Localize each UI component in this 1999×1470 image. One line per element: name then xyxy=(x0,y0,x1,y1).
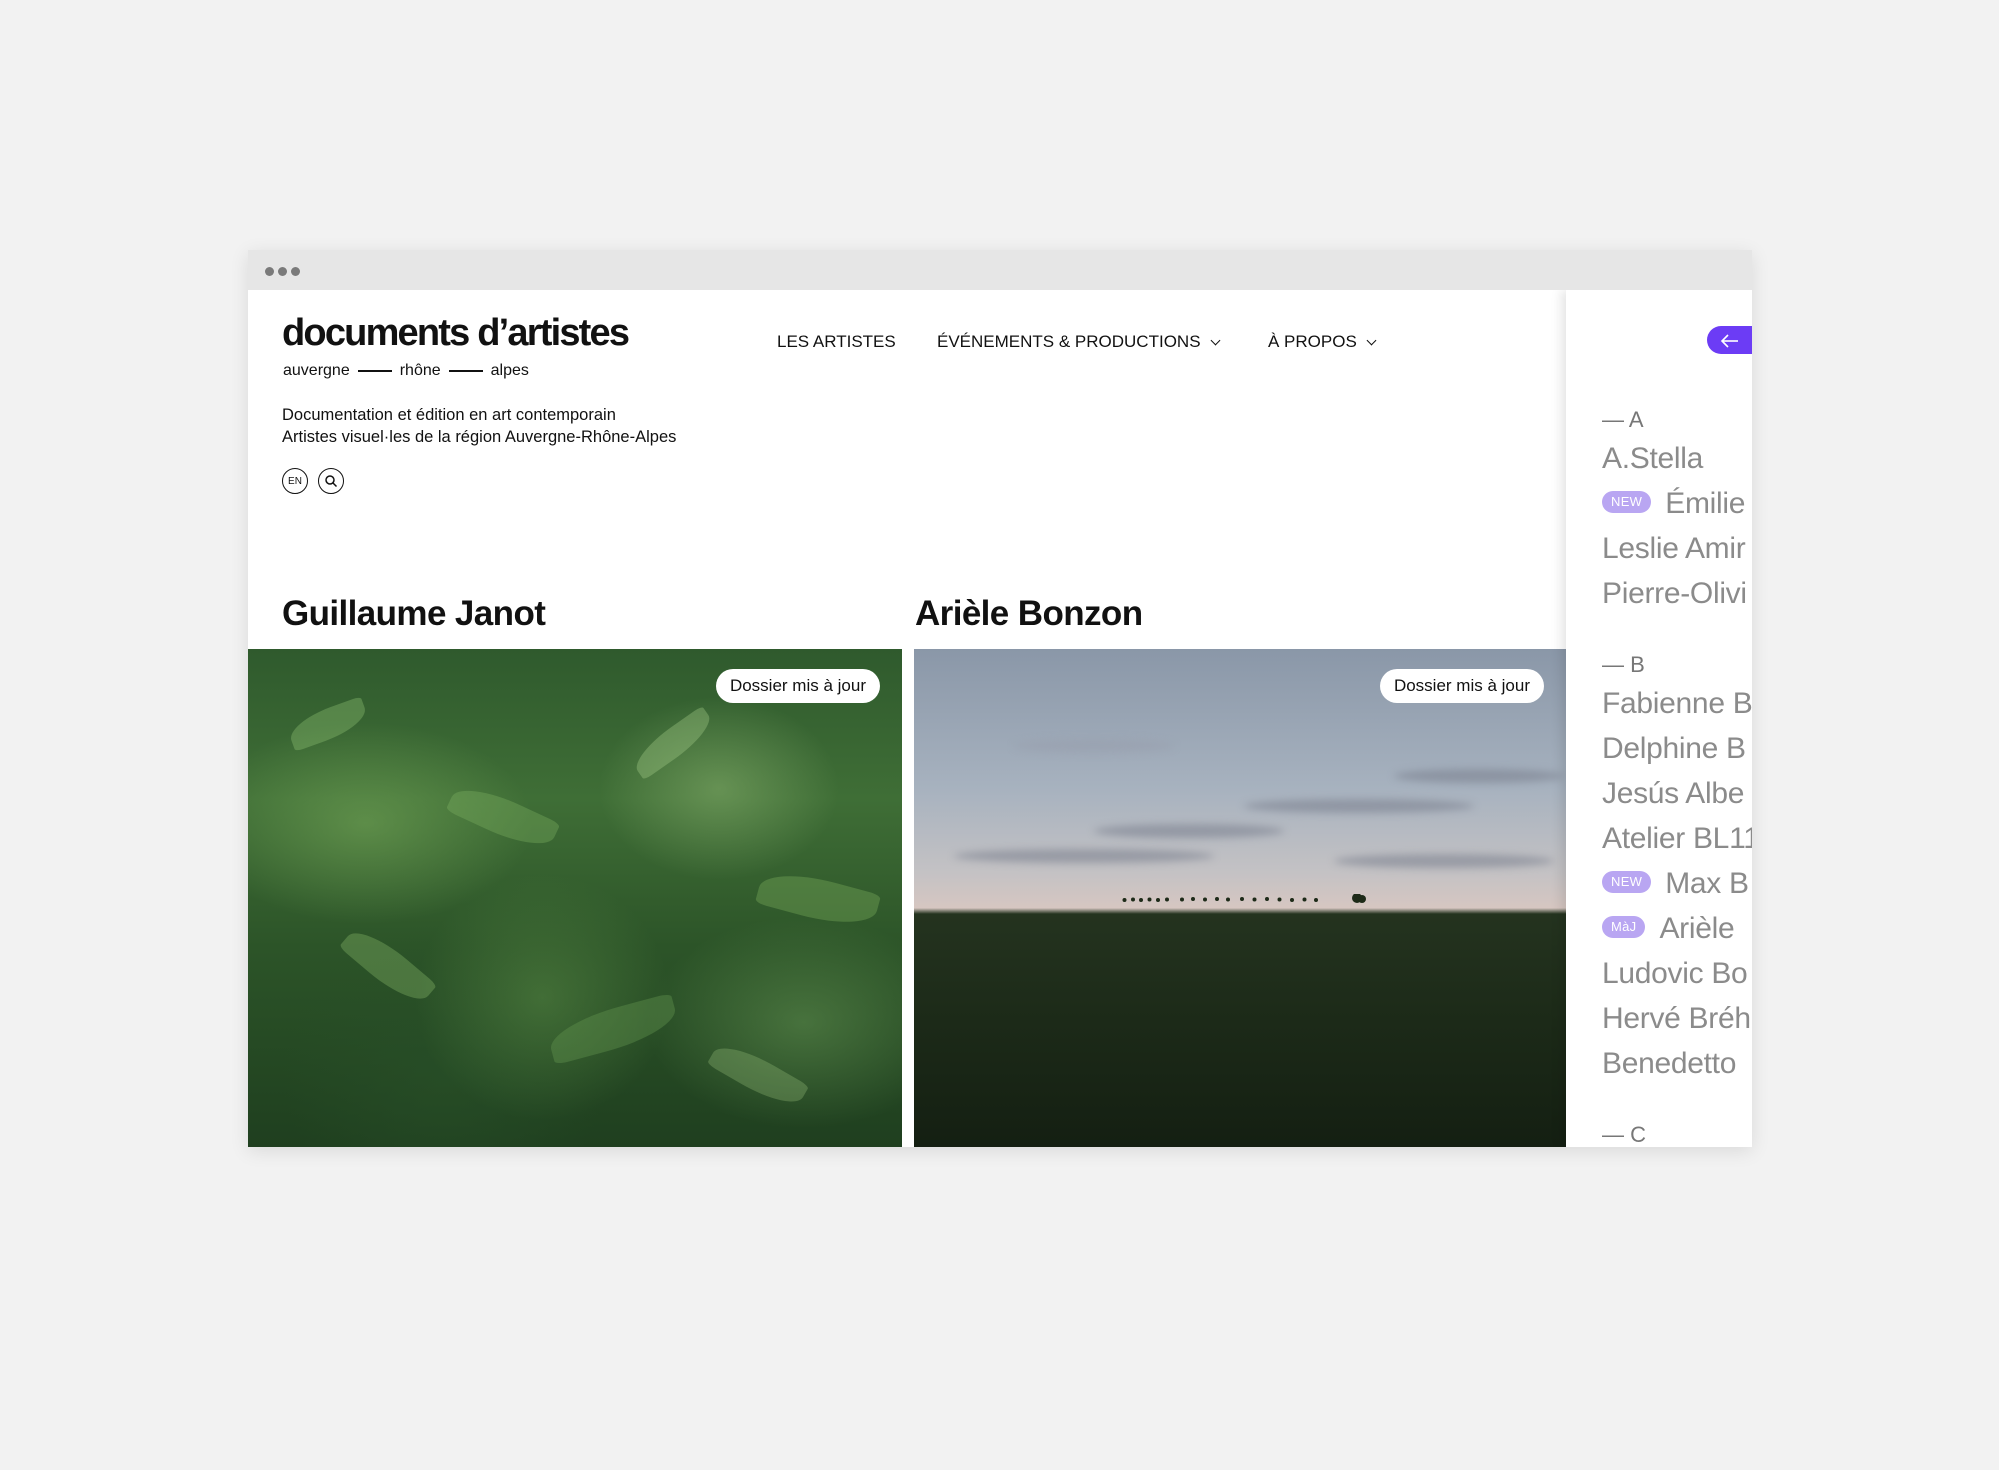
nav-a-propos[interactable]: À PROPOS xyxy=(1268,332,1377,352)
logo-sub-auvergne: auvergne xyxy=(283,362,350,379)
index-letter-c: — C xyxy=(1602,1122,1646,1147)
leaf-shape xyxy=(285,696,371,752)
index-letter-b: — B xyxy=(1602,652,1645,677)
tagline-line: Artistes visuel·les de la région Auvergn… xyxy=(282,428,677,446)
sidebar-artist-item[interactable]: Benedetto xyxy=(1602,1047,1736,1081)
artist-name: Pierre-Olivi xyxy=(1602,577,1747,610)
artist-title[interactable]: Arièle Bonzon xyxy=(915,594,1143,634)
artist-name: Delphine B xyxy=(1602,732,1746,765)
artist-name: Fabienne B xyxy=(1602,687,1752,720)
page-viewport: documents d’artistes auvergne rhône alpe… xyxy=(248,290,1752,1147)
window-dot-icon[interactable] xyxy=(291,267,300,276)
cloud-shape xyxy=(1094,824,1284,838)
leaf-shape xyxy=(754,864,882,934)
logo-sub-alpes: alpes xyxy=(490,362,529,379)
new-badge: NEW xyxy=(1602,871,1652,894)
language-button[interactable]: EN xyxy=(282,468,308,494)
nav-label: À PROPOS xyxy=(1268,332,1357,351)
sidebar-artist-item[interactable]: Atelier BL11 xyxy=(1602,822,1752,856)
artist-name: Leslie Amir xyxy=(1602,532,1746,565)
nav-label: ÉVÉNEMENTS & PRODUCTIONS xyxy=(937,332,1201,351)
window-dot-icon[interactable] xyxy=(278,267,287,276)
artist-name: Émilie xyxy=(1665,487,1746,520)
artist-name: Hervé Bréh xyxy=(1602,1002,1751,1035)
search-icon xyxy=(325,475,338,488)
artist-image-field[interactable]: Dossier mis à jour xyxy=(914,649,1566,1147)
artist-name: Ludovic Bo xyxy=(1602,957,1748,990)
chevron-down-icon xyxy=(1366,335,1377,345)
window-dot-icon[interactable] xyxy=(265,267,274,276)
sidebar-artist-item[interactable]: Delphine B xyxy=(1602,732,1746,766)
nav-les-artistes[interactable]: LES ARTISTES xyxy=(777,332,896,352)
site-tagline: Documentation et édition en art contempo… xyxy=(282,404,676,448)
status-badge: Dossier mis à jour xyxy=(1379,669,1544,703)
cloud-shape xyxy=(954,849,1214,863)
artist-name: Benedetto xyxy=(1602,1047,1737,1080)
sidebar-artist-item[interactable]: Fabienne B xyxy=(1602,687,1752,721)
new-badge: NEW xyxy=(1602,491,1652,514)
sidebar-artist-item[interactable]: Pierre-Olivi xyxy=(1602,577,1747,611)
artist-name: A.Stella xyxy=(1602,442,1703,475)
treeline-shape xyxy=(1122,894,1366,903)
sidebar-artist-item[interactable]: MàJ Arièle xyxy=(1602,912,1735,946)
leaf-shape xyxy=(545,992,681,1066)
nav-evenements-productions[interactable]: ÉVÉNEMENTS & PRODUCTIONS xyxy=(937,332,1220,352)
sidebar-artist-item[interactable]: NEW Émilie xyxy=(1602,487,1745,521)
main-content: documents d’artistes auvergne rhône alpe… xyxy=(248,290,1566,1147)
nav-label: LES ARTISTES xyxy=(777,332,896,351)
cloud-shape xyxy=(1244,799,1474,813)
status-badge: Dossier mis à jour xyxy=(715,669,880,703)
logo-sub-rhone: rhône xyxy=(399,362,441,379)
artist-name: Arièle xyxy=(1659,912,1735,945)
artist-index-sidebar: — A A.Stella NEW Émilie Leslie Amir Pierr… xyxy=(1566,290,1752,1147)
artist-name: Max B xyxy=(1665,867,1749,900)
leaf-shape xyxy=(706,1036,810,1114)
logo-subtitle: auvergne rhône alpes xyxy=(283,362,529,380)
sidebar-artist-item[interactable]: Jesús Albe xyxy=(1602,777,1744,811)
search-button[interactable] xyxy=(318,468,344,494)
back-button[interactable] xyxy=(1707,326,1752,354)
site-logo[interactable]: documents d’artistes xyxy=(282,314,630,352)
browser-window: documents d’artistes auvergne rhône alpe… xyxy=(248,250,1752,1147)
cloud-shape xyxy=(1334,854,1554,868)
sidebar-artist-item[interactable]: Ludovic Bo xyxy=(1602,957,1748,991)
sidebar-artist-item[interactable]: Leslie Amir xyxy=(1602,532,1746,566)
arrow-left-icon xyxy=(1720,334,1738,348)
browser-chrome xyxy=(248,250,1752,290)
sidebar-artist-item[interactable]: Hervé Bréh xyxy=(1602,1002,1751,1036)
logo-dash xyxy=(357,370,392,372)
artist-image-forest[interactable]: Dossier mis à jour xyxy=(248,649,902,1147)
chevron-down-icon xyxy=(1210,335,1220,345)
sidebar-artist-item[interactable]: A.Stella xyxy=(1602,442,1703,476)
logo-dash xyxy=(448,370,483,372)
tagline-line: Documentation et édition en art contempo… xyxy=(282,406,616,424)
leaf-shape xyxy=(338,920,438,1012)
cloud-shape xyxy=(1014,739,1174,753)
cloud-shape xyxy=(1394,769,1564,783)
index-letter-a: — A xyxy=(1602,407,1644,432)
artist-name: Jesús Albe xyxy=(1602,777,1745,810)
artist-title[interactable]: Guillaume Janot xyxy=(282,594,546,634)
sidebar-artist-item[interactable]: NEW Max B xyxy=(1602,867,1749,901)
artist-name: Atelier BL11 xyxy=(1602,822,1752,855)
leaf-shape xyxy=(445,777,561,857)
updated-badge: MàJ xyxy=(1602,916,1646,939)
leaf-shape xyxy=(628,705,718,781)
